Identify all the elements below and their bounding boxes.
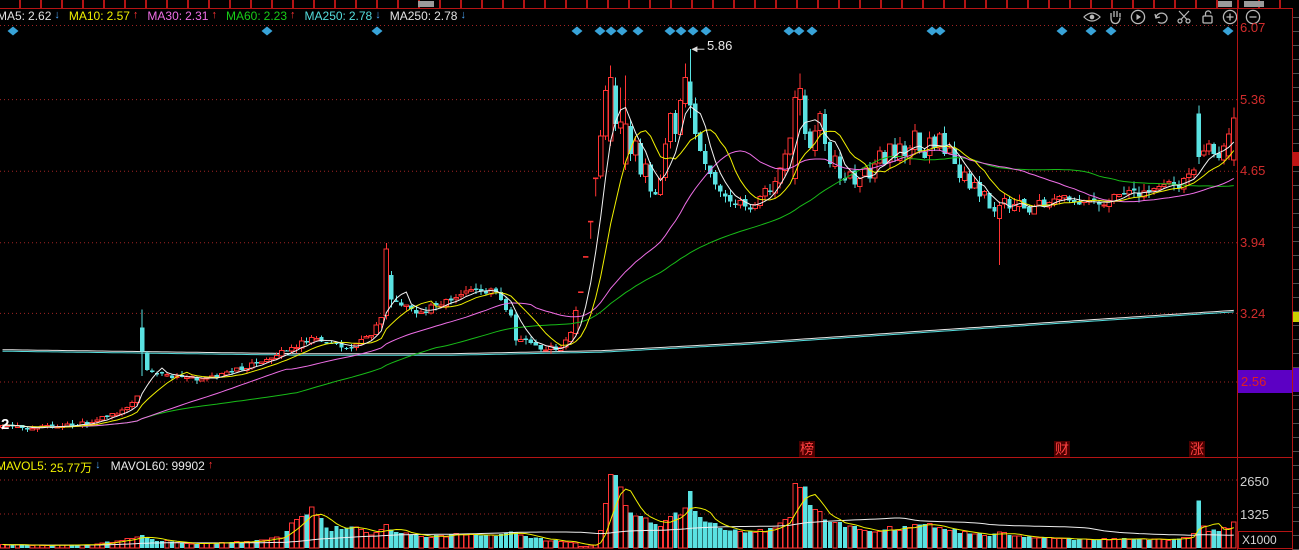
tag-zhang[interactable]: 涨 xyxy=(1189,441,1205,457)
mavol5-value: 25.77万 xyxy=(50,459,92,474)
volume-tick: 2650 xyxy=(1240,474,1269,489)
left-edge-label: 2 xyxy=(1,416,9,433)
mavol5-legend: MAVOL5:25.77万↓ xyxy=(0,459,101,474)
mavol5-label: MAVOL5: xyxy=(0,459,47,474)
axis-border-line xyxy=(1237,8,1238,550)
prev-close-highlight: 2.56 xyxy=(1238,370,1292,393)
mavol-legend-bar: MAVOL5:25.77万↓ MAVOL60:99902 ↑ xyxy=(0,459,213,474)
tag-cai[interactable]: 财 xyxy=(1054,441,1070,457)
mavol60-value: 99902 xyxy=(171,459,204,474)
price-tick: 3.94 xyxy=(1240,235,1265,250)
volume-tick: 1325 xyxy=(1240,507,1269,522)
price-tick: 6.07 xyxy=(1240,20,1265,35)
price-tick: 5.36 xyxy=(1240,92,1265,107)
side-strip-red-marker xyxy=(1293,152,1299,166)
mavol60-legend: MAVOL60:99902 ↑ xyxy=(111,459,214,474)
mavol60-label: MAVOL60: xyxy=(111,459,169,474)
price-annotation: 5.86 xyxy=(707,38,732,53)
side-strip-purple-marker xyxy=(1293,368,1299,392)
mavol60-arrow-icon: ↑ xyxy=(208,459,214,474)
minimized-side-panel[interactable] xyxy=(1293,8,1299,550)
stock-chart-window: MA5:2.62↓ MA10:2.57↑ MA30:2.31↑ MA60:2.2… xyxy=(0,0,1299,550)
price-tick: 4.65 xyxy=(1240,163,1265,178)
panel-divider-line xyxy=(0,457,1299,458)
side-strip-yellow-marker xyxy=(1293,312,1299,322)
price-tick: 3.24 xyxy=(1240,306,1265,321)
mavol5-arrow-icon: ↓ xyxy=(95,459,101,474)
volume-unit-box: X1000 xyxy=(1238,531,1294,549)
tag-bang[interactable]: 榜 xyxy=(799,441,815,457)
